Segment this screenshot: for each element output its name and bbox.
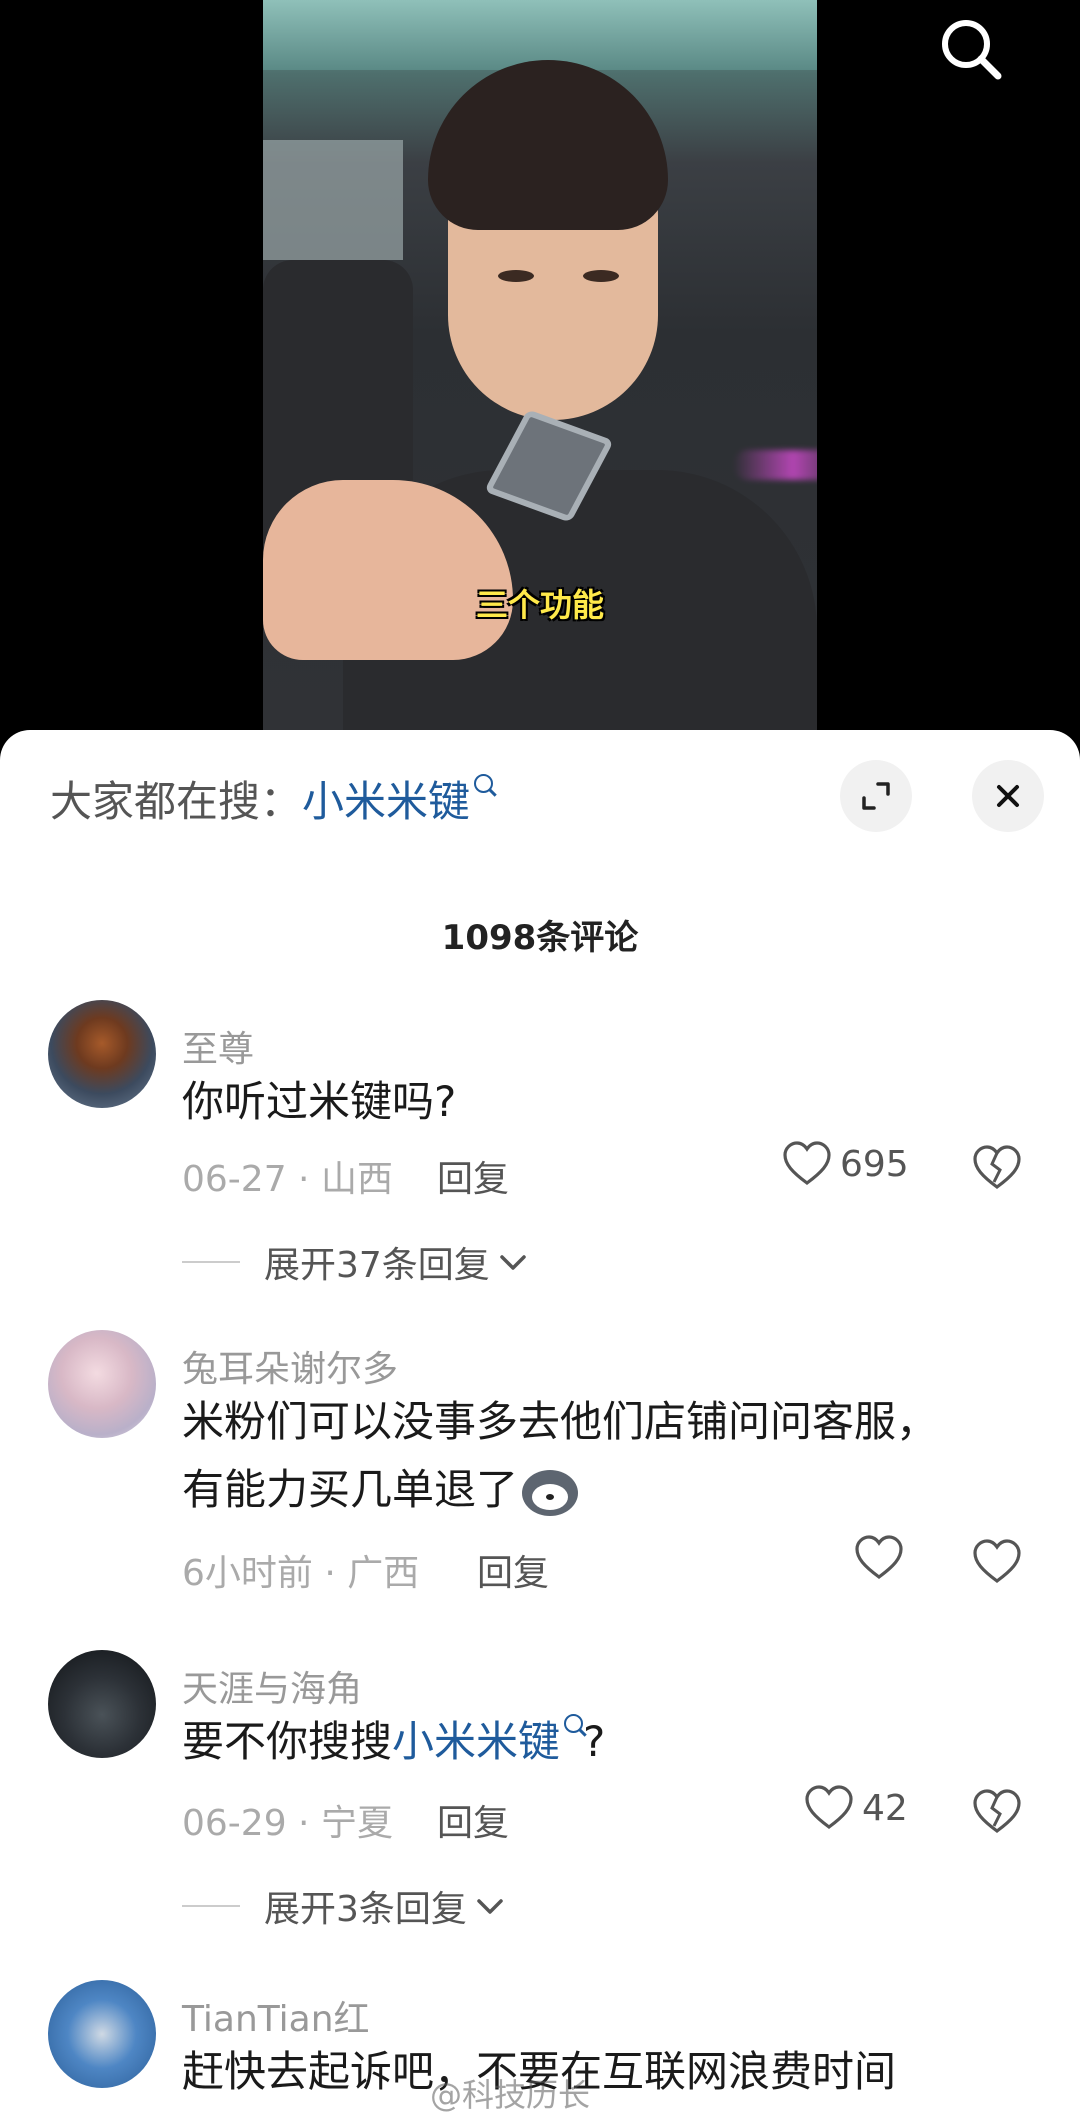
search-icon[interactable] [936, 14, 1008, 86]
sheet-header: 大家都在搜：小米米键 [0, 730, 1080, 860]
comment-text-fragment: ? [583, 1717, 606, 1766]
comment-meta: 6小时前 · 广西 [182, 1553, 420, 1594]
video-player[interactable]: 三个功能 [0, 0, 1080, 740]
heart-icon [855, 1535, 903, 1579]
broken-heart-icon [973, 1145, 1021, 1189]
ambient-light [733, 450, 817, 480]
expand-icon [862, 782, 890, 810]
comment-text: 要不你搜搜小米米键? [182, 1708, 605, 1776]
person-eye [583, 270, 619, 282]
comment-username[interactable]: 至尊 [182, 1020, 254, 1072]
like-button[interactable]: 695 [782, 1140, 909, 1188]
expand-replies-button[interactable]: 展开3条回复 [182, 1880, 507, 1932]
comment-username[interactable]: 天涯与海角 [182, 1660, 362, 1712]
dislike-button[interactable] [972, 1538, 1022, 1588]
broken-heart-icon [973, 1789, 1021, 1833]
comment-date: 06-29 [182, 1803, 287, 1844]
chevron-down-icon [477, 1899, 503, 1914]
like-count: 695 [840, 1143, 909, 1185]
dislike-button[interactable] [972, 1788, 1022, 1838]
comment-location: 山西 [320, 1159, 393, 1200]
person-eye [498, 270, 534, 282]
avatar[interactable] [48, 1330, 156, 1438]
search-small-icon [564, 1714, 584, 1733]
comment-date: 6小时前 [182, 1553, 313, 1594]
avatar[interactable] [48, 1000, 156, 1108]
hot-search-keyword-link[interactable]: 小米米键 [302, 777, 470, 826]
comment-text-fragment: 要不你搜搜 [182, 1717, 393, 1766]
watermark: @科技历长 [430, 2076, 591, 2114]
chevron-down-icon [500, 1255, 526, 1270]
reply-button[interactable]: 回复 [437, 1794, 509, 1846]
reply-button[interactable]: 回复 [477, 1544, 549, 1596]
avatar[interactable] [48, 1980, 156, 2088]
divider-line [182, 1905, 240, 1907]
husky-emoji-icon [522, 1469, 579, 1516]
hot-search-prefix: 大家都在搜： [50, 777, 303, 826]
expand-replies-label: 展开37条回复 [264, 1245, 490, 1286]
search-small-icon [474, 774, 494, 793]
video-frame: 三个功能 [263, 0, 817, 740]
comment-count: 1098条评论 [441, 918, 639, 958]
like-button[interactable]: 42 [804, 1784, 908, 1832]
search-keyword-link[interactable]: 小米米键 [392, 1717, 560, 1766]
comment-meta: 06-27 · 山西 [182, 1159, 393, 1200]
comment-text-line: 米粉们可以没事多去他们店铺问问客服， [182, 1397, 939, 1446]
car-window [263, 140, 403, 260]
person-hair [428, 60, 668, 230]
comment-date: 06-27 [182, 1159, 287, 1200]
like-count: 42 [862, 1787, 908, 1829]
heart-icon [783, 1141, 831, 1185]
comment-text-line: 有能力买几单退了 [182, 1456, 579, 1524]
close-sheet-button[interactable] [972, 760, 1044, 832]
divider-line [182, 1261, 240, 1263]
comment-username[interactable]: 兔耳朵谢尔多 [182, 1340, 398, 1392]
like-button[interactable] [854, 1534, 904, 1582]
comment-text-fragment: 有能力买几单退了 [182, 1465, 519, 1514]
hot-search-bar[interactable]: 大家都在搜：小米米键 [50, 768, 494, 829]
comment-text: 你听过米键吗? [182, 1077, 457, 1126]
heart-icon [805, 1785, 853, 1829]
expand-replies-label: 展开3条回复 [264, 1889, 467, 1930]
heart-outline-icon [973, 1539, 1021, 1583]
comment-sheet: 大家都在搜：小米米键 1098条评论 至尊 你听过米键吗? 06-27 · 山西… [0, 730, 1080, 2120]
dislike-button[interactable] [972, 1144, 1022, 1194]
comment-username[interactable]: TianTian红 [182, 1990, 370, 2042]
comment-location: 广西 [347, 1553, 420, 1594]
expand-sheet-button[interactable] [840, 760, 912, 832]
comment-meta: 06-29 · 宁夏 [182, 1803, 393, 1844]
expand-replies-button[interactable]: 展开37条回复 [182, 1236, 530, 1288]
reply-button[interactable]: 回复 [437, 1150, 509, 1202]
avatar[interactable] [48, 1650, 156, 1758]
video-caption: 三个功能 [475, 586, 604, 624]
close-icon [997, 785, 1019, 807]
comment-location: 宁夏 [320, 1803, 393, 1844]
